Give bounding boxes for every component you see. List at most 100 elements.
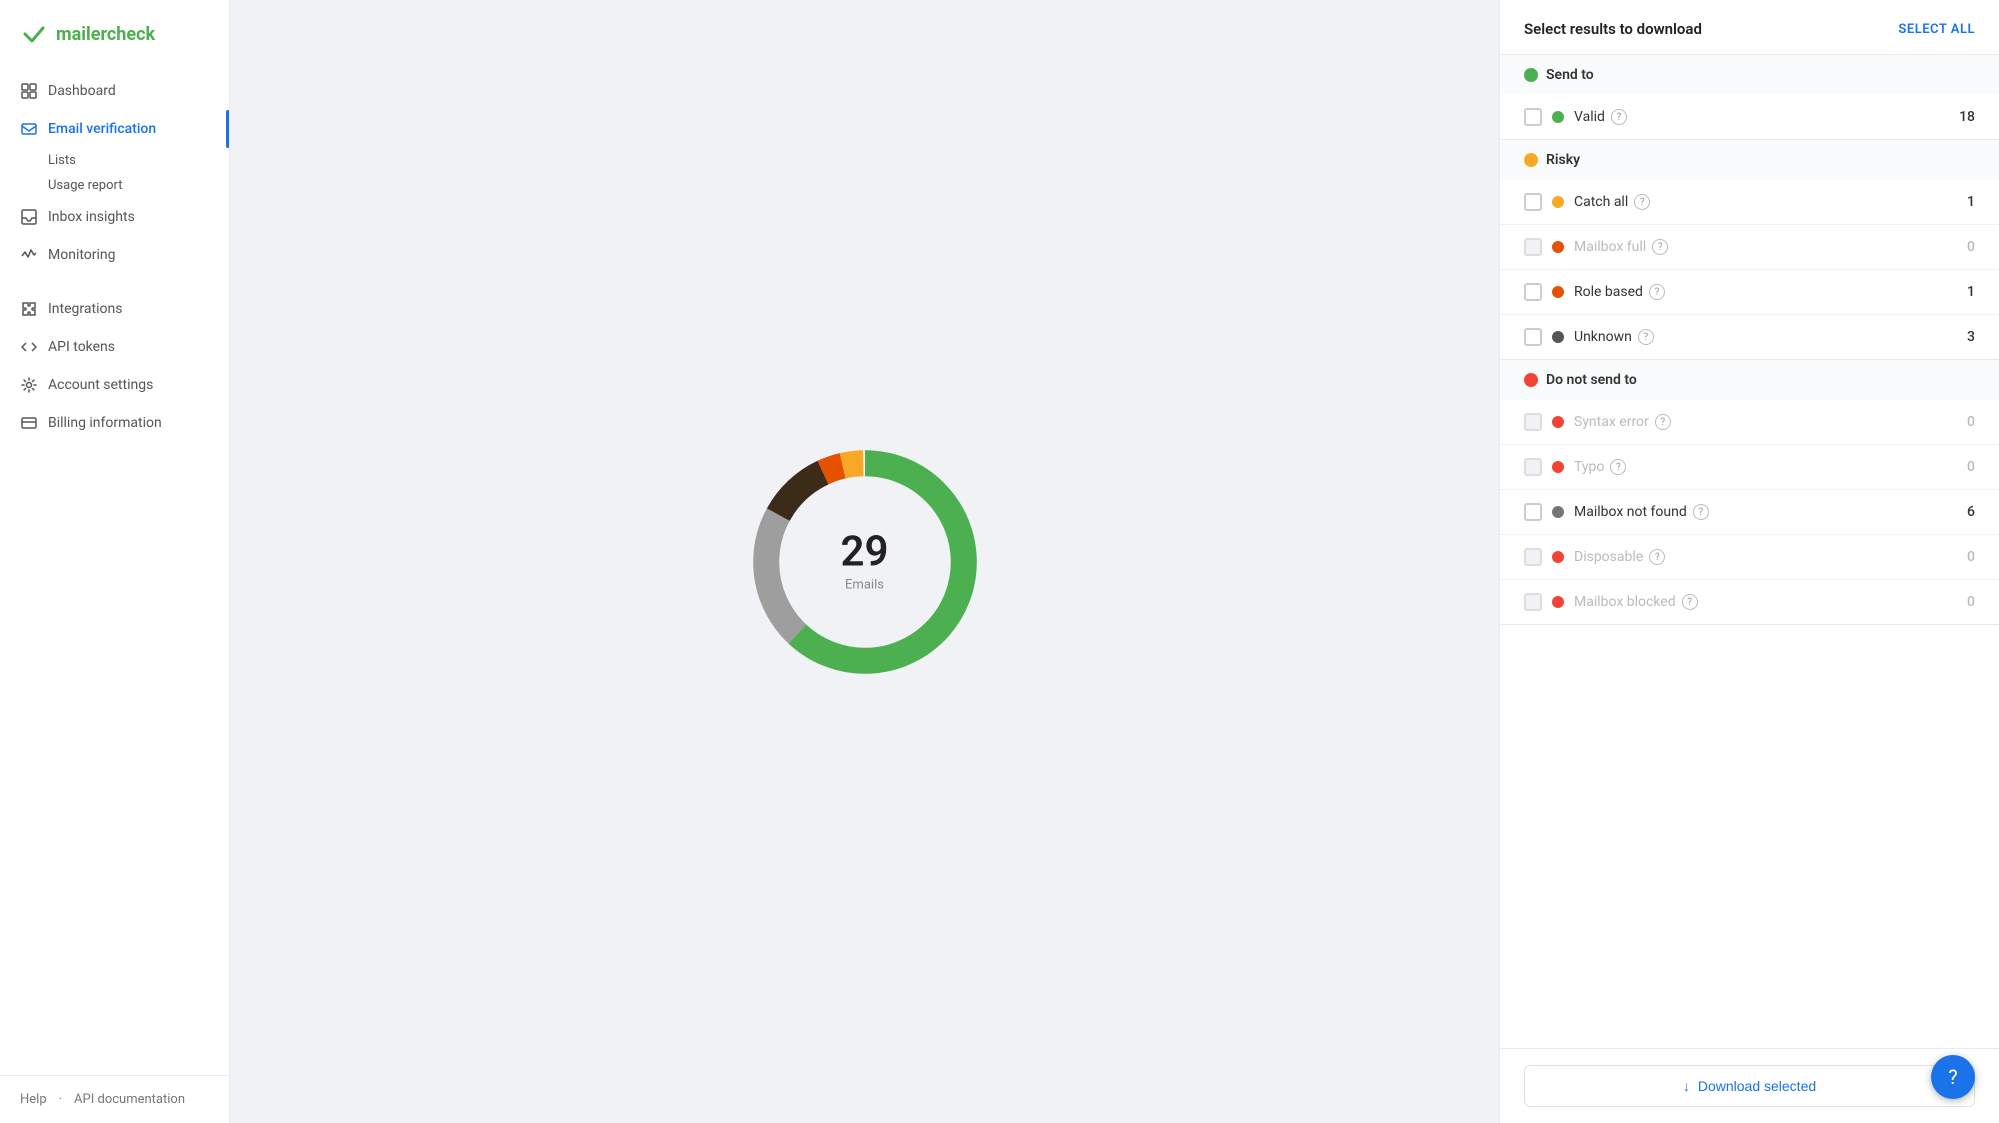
donut-label: Emails bbox=[841, 577, 889, 592]
send-to-dot bbox=[1524, 68, 1538, 82]
mailbox-not-found-name: Mailbox not found ? bbox=[1574, 504, 1945, 520]
sidebar-item-email-verification[interactable]: Email verification bbox=[0, 110, 229, 148]
download-icon: ↓ bbox=[1683, 1078, 1690, 1094]
navigation: Dashboard Email verification Lists Usage… bbox=[0, 64, 229, 1075]
panel-body: Send to Valid ? 18 Risky bbox=[1500, 55, 1999, 1048]
mailbox-blocked-name: Mailbox blocked ? bbox=[1574, 594, 1945, 610]
sidebar-item-integrations[interactable]: Integrations bbox=[0, 290, 229, 328]
help-button[interactable]: ? bbox=[1931, 1055, 1975, 1099]
typo-checkbox bbox=[1524, 458, 1542, 476]
unknown-count: 3 bbox=[1955, 329, 1975, 345]
puzzle-icon bbox=[20, 300, 38, 318]
activity-icon bbox=[20, 246, 38, 264]
unknown-checkbox[interactable] bbox=[1524, 328, 1542, 346]
api-docs-link[interactable]: API documentation bbox=[74, 1092, 185, 1107]
category-send-to: Send to Valid ? 18 bbox=[1500, 55, 1999, 140]
code-icon bbox=[20, 338, 38, 356]
mailbox-full-info-icon: ? bbox=[1652, 239, 1668, 255]
disposable-checkbox bbox=[1524, 548, 1542, 566]
valid-dot bbox=[1552, 111, 1564, 123]
right-panel: Select results to download SELECT ALL Se… bbox=[1499, 0, 1999, 1123]
result-row-syntax-error: Syntax error ? 0 bbox=[1500, 400, 1999, 445]
mailbox-not-found-dot bbox=[1552, 506, 1564, 518]
result-row-mailbox-blocked: Mailbox blocked ? 0 bbox=[1500, 580, 1999, 624]
mailbox-full-count: 0 bbox=[1955, 239, 1975, 255]
envelope-icon bbox=[20, 120, 38, 138]
sidebar-item-dashboard[interactable]: Dashboard bbox=[0, 72, 229, 110]
sidebar-item-lists[interactable]: Lists bbox=[48, 148, 229, 173]
sidebar-item-inbox-insights[interactable]: Inbox insights bbox=[0, 198, 229, 236]
sidebar-item-account-settings[interactable]: Account settings bbox=[0, 366, 229, 404]
do-not-send-label: Do not send to bbox=[1546, 372, 1637, 388]
panel-header: Select results to download SELECT ALL bbox=[1500, 0, 1999, 55]
download-selected-button[interactable]: ↓ Download selected bbox=[1524, 1065, 1975, 1107]
category-risky: Risky Catch all ? 1 Mai bbox=[1500, 140, 1999, 360]
result-row-role-based: Role based ? 1 bbox=[1500, 270, 1999, 315]
panel-title: Select results to download bbox=[1524, 20, 1702, 38]
result-row-disposable: Disposable ? 0 bbox=[1500, 535, 1999, 580]
catch-all-info-icon[interactable]: ? bbox=[1634, 194, 1650, 210]
donut-total: 29 bbox=[841, 531, 889, 573]
category-do-not-send-to: Do not send to Syntax error ? 0 bbox=[1500, 360, 1999, 625]
mailbox-full-dot bbox=[1552, 241, 1564, 253]
mailbox-not-found-info-icon[interactable]: ? bbox=[1693, 504, 1709, 520]
download-button-label: Download selected bbox=[1698, 1078, 1816, 1094]
catch-all-name: Catch all ? bbox=[1574, 194, 1945, 210]
valid-info-icon[interactable]: ? bbox=[1611, 109, 1627, 125]
syntax-error-info-icon: ? bbox=[1655, 414, 1671, 430]
result-row-unknown: Unknown ? 3 bbox=[1500, 315, 1999, 359]
syntax-error-name: Syntax error ? bbox=[1574, 414, 1945, 430]
help-button-label: ? bbox=[1948, 1065, 1957, 1089]
disposable-name: Disposable ? bbox=[1574, 549, 1945, 565]
logo-text: mailercheck bbox=[56, 24, 155, 45]
grid-icon bbox=[20, 82, 38, 100]
result-row-catch-all: Catch all ? 1 bbox=[1500, 180, 1999, 225]
role-based-count: 1 bbox=[1955, 284, 1975, 300]
typo-name: Typo ? bbox=[1574, 459, 1945, 475]
valid-checkbox[interactable] bbox=[1524, 108, 1542, 126]
role-based-dot bbox=[1552, 286, 1564, 298]
do-not-send-dot bbox=[1524, 373, 1538, 387]
unknown-info-icon[interactable]: ? bbox=[1638, 329, 1654, 345]
sidebar-item-monitoring[interactable]: Monitoring bbox=[0, 236, 229, 274]
separator: · bbox=[59, 1092, 62, 1107]
unknown-name: Unknown ? bbox=[1574, 329, 1945, 345]
sidebar-item-usage-report[interactable]: Usage report bbox=[48, 173, 229, 198]
typo-dot bbox=[1552, 461, 1564, 473]
typo-count: 0 bbox=[1955, 459, 1975, 475]
syntax-error-dot bbox=[1552, 416, 1564, 428]
sidebar-item-label: Email verification bbox=[48, 121, 156, 137]
disposable-count: 0 bbox=[1955, 549, 1975, 565]
select-all-button[interactable]: SELECT ALL bbox=[1898, 22, 1975, 37]
logo-icon bbox=[20, 20, 48, 48]
sidebar-item-api-tokens[interactable]: API tokens bbox=[0, 328, 229, 366]
sidebar-item-billing[interactable]: Billing information bbox=[0, 404, 229, 442]
mailbox-blocked-checkbox bbox=[1524, 593, 1542, 611]
main-content: 29 Emails Select results to download SEL… bbox=[230, 0, 1999, 1123]
sidebar: mailercheck Dashboard Email verification… bbox=[0, 0, 230, 1123]
syntax-error-count: 0 bbox=[1955, 414, 1975, 430]
unknown-dot bbox=[1552, 331, 1564, 343]
help-link[interactable]: Help bbox=[20, 1092, 47, 1107]
result-row-mailbox-full: Mailbox full ? 0 bbox=[1500, 225, 1999, 270]
catch-all-checkbox[interactable] bbox=[1524, 193, 1542, 211]
sidebar-footer: Help · API documentation bbox=[0, 1075, 229, 1123]
send-to-label: Send to bbox=[1546, 67, 1594, 83]
category-header-do-not-send-to: Do not send to bbox=[1500, 360, 1999, 400]
category-header-send-to: Send to bbox=[1500, 55, 1999, 95]
result-row-typo: Typo ? 0 bbox=[1500, 445, 1999, 490]
syntax-error-checkbox bbox=[1524, 413, 1542, 431]
role-based-info-icon[interactable]: ? bbox=[1649, 284, 1665, 300]
role-based-checkbox[interactable] bbox=[1524, 283, 1542, 301]
sidebar-item-label: API tokens bbox=[48, 339, 115, 355]
mailbox-full-checkbox bbox=[1524, 238, 1542, 256]
disposable-info-icon: ? bbox=[1649, 549, 1665, 565]
risky-dot bbox=[1524, 153, 1538, 167]
mailbox-not-found-checkbox[interactable] bbox=[1524, 503, 1542, 521]
sidebar-item-label: Billing information bbox=[48, 415, 162, 431]
catch-all-dot bbox=[1552, 196, 1564, 208]
valid-name: Valid ? bbox=[1574, 109, 1945, 125]
result-row-mailbox-not-found: Mailbox not found ? 6 bbox=[1500, 490, 1999, 535]
mailbox-full-name: Mailbox full ? bbox=[1574, 239, 1945, 255]
sidebar-item-label: Dashboard bbox=[48, 83, 116, 99]
